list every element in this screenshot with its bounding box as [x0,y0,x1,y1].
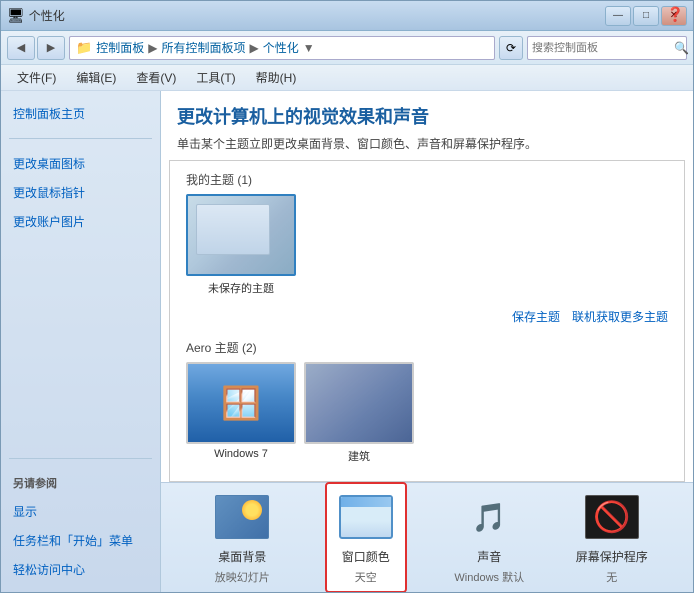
content-panel: 更改计算机上的视觉效果和声音 单击某个主题立即更改桌面背景、窗口颜色、声音和屏幕… [161,91,693,592]
main-area: 控制面板主页 更改桌面图标 更改鼠标指针 更改账户图片 另请参阅 显示 任务栏和… [1,91,693,592]
online-themes-link[interactable]: 联机获取更多主题 [572,308,668,325]
refresh-button[interactable]: ⟳ [499,36,523,60]
sidebar-divider-1 [9,138,152,139]
sidebar: 控制面板主页 更改桌面图标 更改鼠标指针 更改账户图片 另请参阅 显示 任务栏和… [1,91,161,592]
screen-saver-icon-wrap: 🚫 [585,490,639,544]
menu-view[interactable]: 查看(V) [128,67,184,88]
theme-item-aero2[interactable]: 建筑 [304,362,414,464]
forward-button[interactable]: ▶ [37,36,65,60]
my-themes-list: 未保存的主题 [186,194,668,304]
desktop-bg-sublabel: 放映幻灯片 [215,569,270,585]
window-color-label: 窗口颜色 [342,548,390,565]
window-color-icon-wrap [339,490,393,544]
window-color-sublabel: 天空 [355,569,377,585]
aero1-bg: 🪟 [188,364,294,442]
menu-edit[interactable]: 编辑(E) [68,67,124,88]
themes-scroll-area[interactable]: 我的主题 (1) 未保存的主题 保存主题 联机获取更多主题 [169,160,685,482]
aero1-label: Windows 7 [214,448,268,460]
sidebar-link-account-picture[interactable]: 更改账户图片 [9,211,152,232]
page-title: 更改计算机上的视觉效果和声音 [177,103,677,129]
sidebar-link-taskbar[interactable]: 任务栏和「开始」菜单 [9,530,152,551]
desktop-sun [242,500,262,520]
minimize-button[interactable]: — [605,6,631,26]
my-themes-label: 我的主题 (1) [186,165,668,194]
aero-themes-label: Aero 主题 (2) [186,333,668,362]
aero2-bg [306,364,412,442]
menu-help[interactable]: 帮助(H) [248,67,305,88]
sound-notes-icon: 🎵 [472,501,507,534]
window-title: 个性化 [29,7,65,24]
sidebar-link-desktop-icons[interactable]: 更改桌面图标 [9,153,152,174]
address-bar: ◀ ▶ 📁 控制面板 ▶ 所有控制面板项 ▶ 个性化 ▼ ⟳ 🔍 [1,31,693,65]
screen-saver-sublabel: 无 [606,569,617,585]
search-icon: 🔍 [674,41,689,55]
sound-icon-wrap: 🎵 [462,490,516,544]
sidebar-link-home[interactable]: 控制面板主页 [9,103,152,124]
content-description: 单击某个主题立即更改桌面背景、窗口颜色、声音和屏幕保护程序。 [177,135,677,152]
nav-buttons: ◀ ▶ [7,36,65,60]
theme-item-aero1[interactable]: 🪟 Windows 7 [186,362,296,464]
aero2-thumbnail[interactable] [304,362,414,444]
bottom-item-screen-saver[interactable]: 🚫 屏幕保护程序 无 [572,490,652,585]
sound-label: 声音 [477,548,501,565]
save-theme-link[interactable]: 保存主题 [512,308,560,325]
windows-logo-icon: 🪟 [221,384,261,422]
window-icon: 🖥 [7,7,25,24]
sidebar-link-ease-access[interactable]: 轻松访问中心 [9,559,152,580]
breadcrumb-all-items[interactable]: 所有控制面板项 [161,39,245,56]
sound-sublabel: Windows 默认 [454,569,524,585]
theme-item-unsaved[interactable]: 未保存的主题 [186,194,296,296]
sidebar-also-see-title: 另请参阅 [9,473,152,493]
sidebar-link-mouse-pointer[interactable]: 更改鼠标指针 [9,182,152,203]
screen-saver-label: 屏幕保护程序 [576,548,648,565]
aero2-label: 建筑 [348,448,370,464]
unsaved-thumb-bg [188,196,294,274]
menu-tools[interactable]: 工具(T) [188,67,243,88]
bottom-item-window-color[interactable]: 窗口颜色 天空 [325,482,407,592]
aero1-thumbnail[interactable]: 🪟 [186,362,296,444]
search-input[interactable] [532,42,674,54]
unsaved-theme-thumbnail[interactable] [186,194,296,276]
menu-bar: 文件(F) 编辑(E) 查看(V) 工具(T) 帮助(H) [1,65,693,91]
maximize-button[interactable]: □ [633,6,659,26]
save-links: 保存主题 联机获取更多主题 [186,304,668,333]
aero-themes-list: 🪟 Windows 7 建筑 [186,362,668,472]
folder-icon: 📁 [76,40,92,56]
content-header: 更改计算机上的视觉效果和声音 单击某个主题立即更改桌面背景、窗口颜色、声音和屏幕… [161,91,693,160]
no-entry-icon: 🚫 [593,500,630,535]
sidebar-link-display[interactable]: 显示 [9,501,152,522]
bottom-item-sound[interactable]: 🎵 声音 Windows 默认 [449,490,529,585]
sidebar-divider-2 [9,458,152,459]
desktop-bg-label: 桌面背景 [218,548,266,565]
unsaved-theme-label: 未保存的主题 [208,280,274,296]
main-window: 🖥 个性化 — □ ✕ ◀ ▶ 📁 控制面板 ▶ 所有控制面板项 ▶ 个性化 ▼… [0,0,694,593]
unsaved-thumb-inner [196,204,270,255]
breadcrumb-personalize[interactable]: 个性化 [263,39,299,56]
title-bar: 🖥 个性化 — □ ✕ [1,1,693,31]
desktop-bg-icon [215,490,269,544]
breadcrumb-control-panel[interactable]: 控制面板 [96,39,144,56]
bottom-item-desktop-bg[interactable]: 桌面背景 放映幻灯片 [202,490,282,585]
menu-file[interactable]: 文件(F) [9,67,64,88]
back-button[interactable]: ◀ [7,36,35,60]
title-bar-left: 🖥 个性化 [7,7,65,24]
search-box[interactable]: 🔍 [527,36,687,60]
address-path[interactable]: 📁 控制面板 ▶ 所有控制面板项 ▶ 个性化 ▼ [69,36,495,60]
bottom-bar: 桌面背景 放映幻灯片 窗口颜色 天空 [161,482,693,592]
